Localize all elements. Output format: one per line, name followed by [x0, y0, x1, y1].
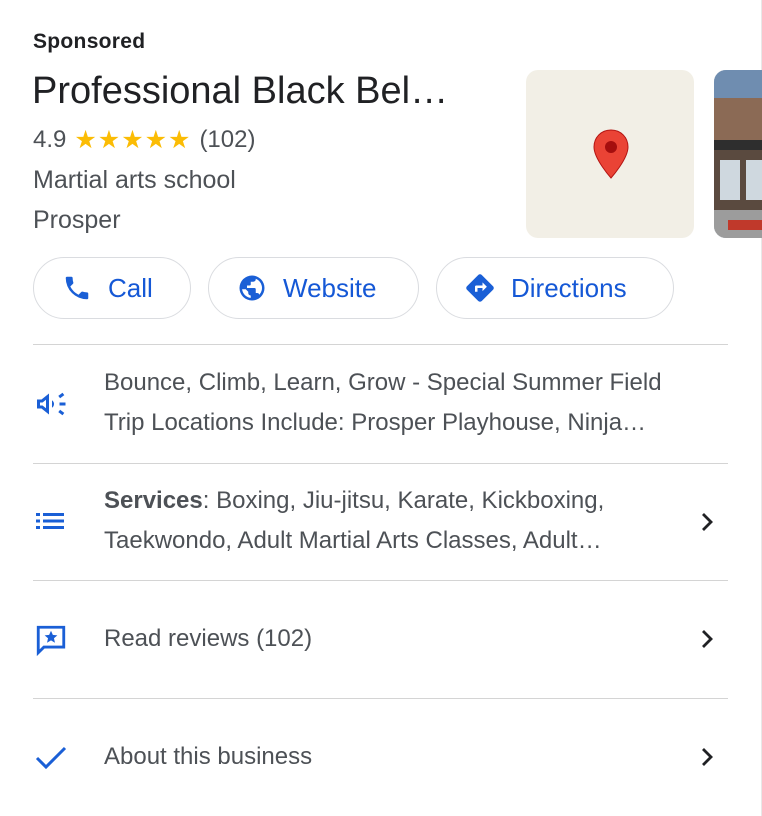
map-thumbnail[interactable]	[526, 70, 694, 238]
map-pin-icon	[593, 129, 629, 179]
checkmark-icon	[34, 743, 68, 778]
review-star-icon	[34, 623, 68, 662]
rating-stars: ★★★★★	[74, 126, 192, 154]
business-location: Prosper	[33, 206, 121, 234]
sponsored-label: Sponsored	[33, 30, 146, 53]
business-category: Martial arts school	[33, 166, 236, 194]
read-reviews-label: Read reviews (102)	[104, 625, 313, 652]
call-button[interactable]: Call	[33, 257, 191, 319]
services-row[interactable]: Services: Boxing, Jiu-jitsu, Karate, Kic…	[0, 464, 762, 580]
reviews-row[interactable]: Read reviews (102)	[0, 581, 762, 699]
website-label: Website	[283, 272, 377, 303]
chevron-right-icon	[696, 745, 718, 774]
promo-text: Bounce, Climb, Learn, Grow - Special Sum…	[104, 363, 704, 443]
list-icon	[34, 510, 66, 537]
about-business-label: About this business	[104, 743, 313, 770]
chevron-right-icon	[696, 627, 718, 656]
call-label: Call	[108, 272, 153, 303]
about-row[interactable]: About this business	[0, 699, 762, 816]
storefront-image	[714, 70, 762, 238]
business-title[interactable]: Professional Black Bel…	[32, 70, 448, 113]
services-label: Services	[104, 487, 203, 514]
globe-icon	[237, 273, 267, 303]
website-button[interactable]: Website	[208, 257, 419, 319]
services-list-line-2: Taekwondo, Adult Martial Arts Classes, A…	[104, 527, 602, 554]
phone-icon	[62, 273, 92, 303]
services-list-line-1: : Boxing, Jiu-jitsu, Karate, Kickboxing,	[202, 487, 605, 514]
promo-line-2: Trip Locations Include: Prosper Playhous…	[104, 409, 647, 436]
review-count[interactable]: (102)	[199, 126, 255, 154]
megaphone-icon	[34, 389, 70, 424]
chevron-right-icon	[696, 510, 718, 539]
rating-value: 4.9	[33, 126, 67, 153]
rating-row: 4.9 ★★★★★ (102)	[33, 125, 255, 155]
promo-line-1: Bounce, Climb, Learn, Grow - Special Sum…	[104, 369, 662, 396]
directions-button[interactable]: Directions	[436, 257, 674, 319]
directions-icon	[465, 273, 495, 303]
services-text: Services: Boxing, Jiu-jitsu, Karate, Kic…	[104, 481, 704, 561]
promo-row[interactable]: Bounce, Climb, Learn, Grow - Special Sum…	[0, 345, 762, 463]
business-card: Sponsored Professional Black Bel… 4.9 ★★…	[0, 0, 762, 816]
directions-label: Directions	[511, 272, 627, 303]
business-photo[interactable]	[714, 70, 762, 238]
